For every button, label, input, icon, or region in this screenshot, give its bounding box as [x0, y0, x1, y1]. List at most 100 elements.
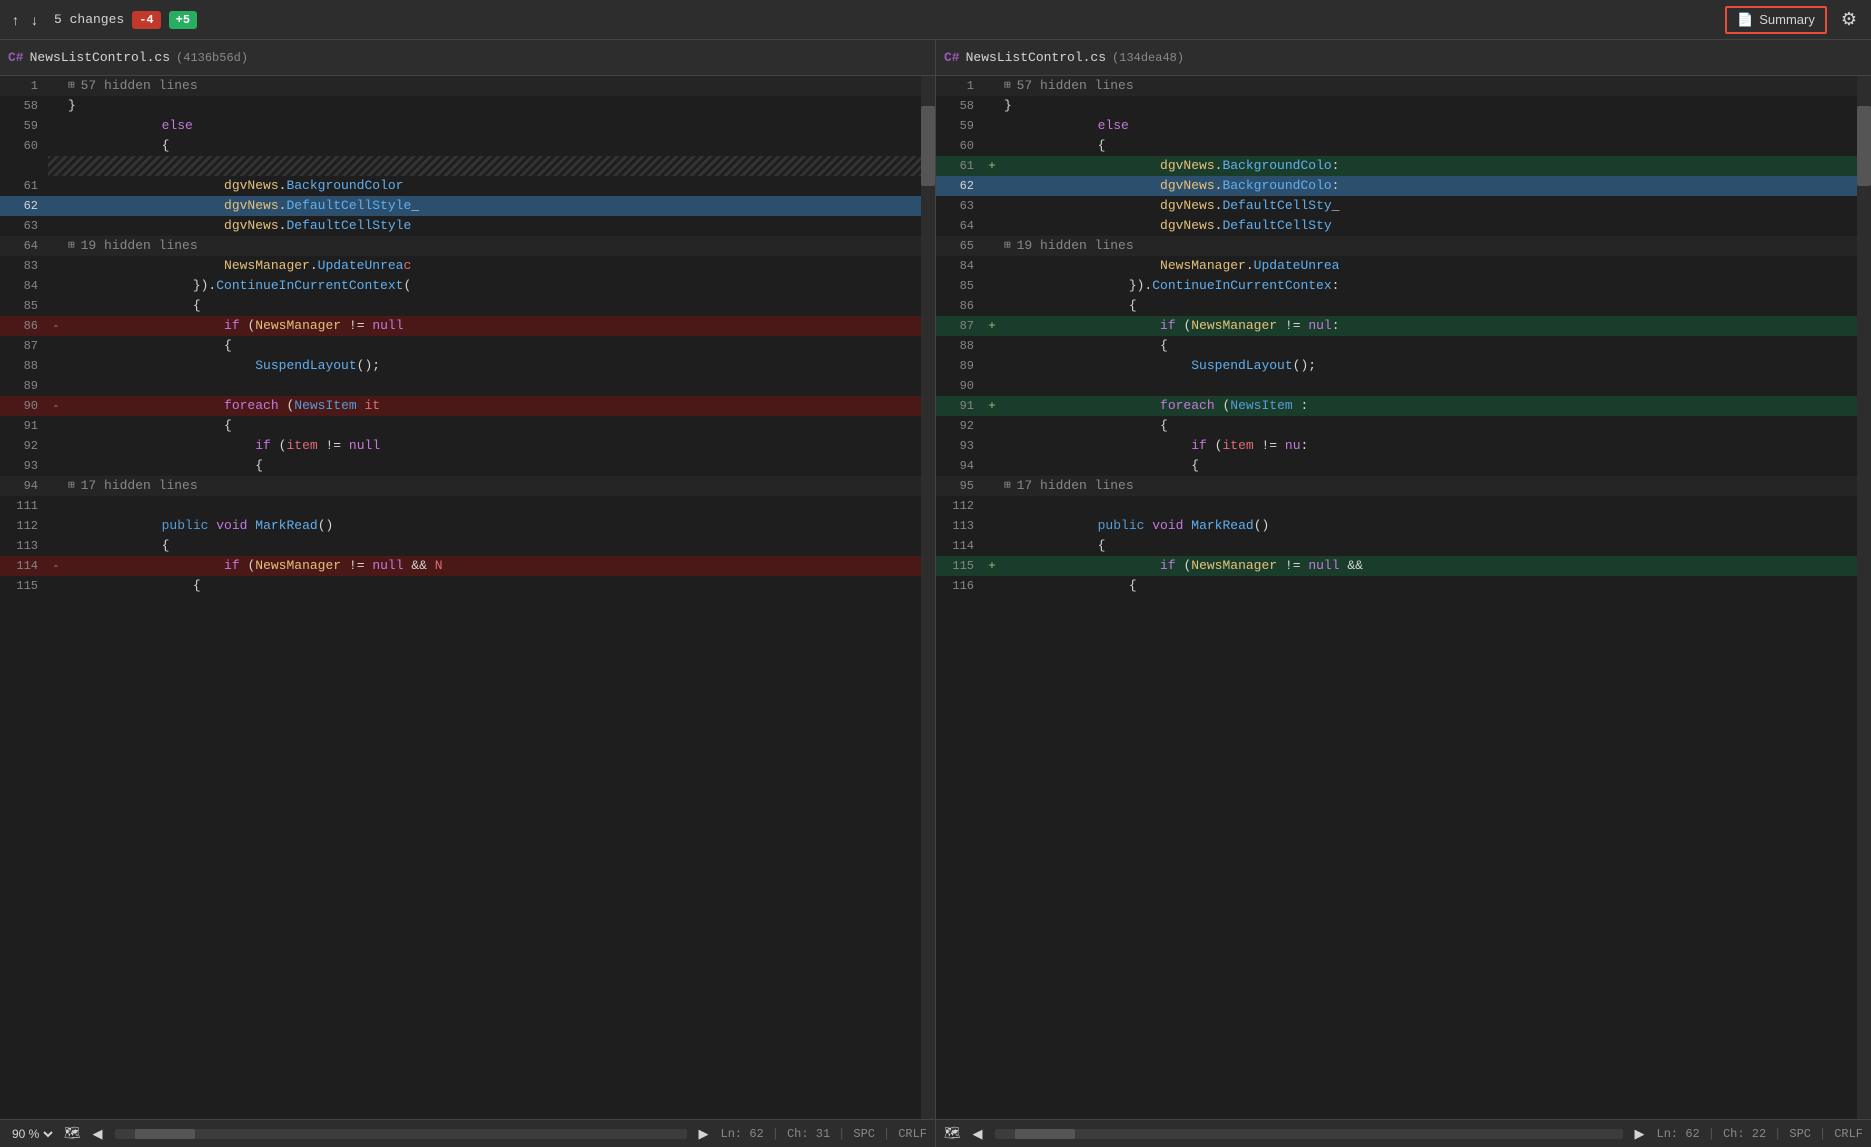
left-code-scroll[interactable]: 1 ⊞ 57 hidden lines 58 } — [0, 76, 935, 1119]
right-lang-icon: C# — [944, 50, 960, 65]
table-row: 89 SuspendLayout(); — [936, 356, 1871, 376]
expand-icon[interactable]: ⊞ — [1004, 76, 1011, 96]
table-row: 65 ⊞ 19 hidden lines — [936, 236, 1871, 256]
table-row: 64 ⊞ 19 hidden lines — [0, 236, 935, 256]
expand-icon[interactable]: ⊞ — [68, 76, 75, 96]
table-row: 1 ⊞ 57 hidden lines — [0, 76, 935, 96]
table-row: 62 dgvNews.DefaultCellStyle_ — [0, 196, 935, 216]
table-row: 1 ⊞ 57 hidden lines — [936, 76, 1871, 96]
left-crlf-label: CRLF — [898, 1127, 927, 1141]
table-row: 63 dgvNews.DefaultCellStyle — [0, 216, 935, 236]
table-row: 85 { — [0, 296, 935, 316]
left-code-area: 1 ⊞ 57 hidden lines 58 } — [0, 76, 935, 1119]
table-row: 61 dgvNews.BackgroundColor — [0, 176, 935, 196]
summary-button[interactable]: 📄 Summary — [1725, 6, 1827, 34]
table-row: 91 + foreach (NewsItem : — [936, 396, 1871, 416]
left-commit-hash: (4136b56d) — [176, 51, 248, 65]
table-row: 115 { — [0, 576, 935, 596]
scroll-left-button[interactable]: ◀ — [89, 1126, 107, 1142]
minimap-icon[interactable]: 🗺 — [64, 1126, 81, 1141]
table-row: 93 { — [0, 456, 935, 476]
right-spc-label: SPC — [1789, 1127, 1811, 1141]
table-row: 112 public void MarkRead() — [0, 516, 935, 536]
left-ln-label: Ln: 62 — [721, 1127, 764, 1141]
table-row: 93 if (item != nu: — [936, 436, 1871, 456]
deletions-badge: -4 — [132, 11, 160, 29]
top-bar: ↑ ↓ 5 changes -4 +5 📄 Summary ⚙ — [0, 0, 1871, 40]
table-row: 58 } — [0, 96, 935, 116]
table-row: 84 NewsManager.UpdateUnrea — [936, 256, 1871, 276]
expand-icon[interactable]: ⊞ — [68, 476, 75, 496]
settings-button[interactable]: ⚙ — [1835, 7, 1863, 32]
table-row: 85 }).ContinueInCurrentContex: — [936, 276, 1871, 296]
changes-label: 5 changes — [54, 12, 124, 27]
table-row: 116 { — [936, 576, 1871, 596]
zoom-select[interactable]: 90 % — [8, 1126, 56, 1142]
left-scrollbar[interactable] — [921, 76, 935, 1119]
table-row: 92 if (item != null — [0, 436, 935, 456]
prev-change-button[interactable]: ↑ — [8, 10, 23, 30]
additions-badge: +5 — [169, 11, 197, 29]
left-h-scrollbar-thumb[interactable] — [135, 1129, 195, 1139]
right-minimap-icon[interactable]: 🗺 — [944, 1126, 961, 1141]
right-panel-header: C# NewsListControl.cs (134dea48) — [936, 40, 1871, 76]
table-row: 92 { — [936, 416, 1871, 436]
left-scrollbar-thumb[interactable] — [921, 106, 935, 186]
summary-label: Summary — [1759, 12, 1815, 27]
right-code-area: 1 ⊞ 57 hidden lines 58 } — [936, 76, 1871, 1119]
left-panel-header: C# NewsListControl.cs (4136b56d) — [0, 40, 935, 76]
table-row: 64 dgvNews.DefaultCellSty — [936, 216, 1871, 236]
table-row: 115 + if (NewsManager != null && — [936, 556, 1871, 576]
table-row: 94 ⊞ 17 hidden lines — [0, 476, 935, 496]
table-row: 90 - foreach (NewsItem it — [0, 396, 935, 416]
right-scroll-right-button[interactable]: ▶ — [1631, 1126, 1649, 1142]
right-ch-label: Ch: 22 — [1723, 1127, 1766, 1141]
left-lang-icon: C# — [8, 50, 24, 65]
left-status-panel: 90 % 🗺 ◀ ▶ Ln: 62 | Ch: 31 | SPC | CRLF — [0, 1120, 936, 1147]
right-h-scrollbar[interactable] — [995, 1129, 1623, 1139]
table-row — [0, 156, 935, 176]
table-row: 111 — [0, 496, 935, 516]
next-change-button[interactable]: ↓ — [27, 10, 42, 30]
nav-arrows: ↑ ↓ — [8, 10, 42, 30]
table-row: 91 { — [0, 416, 935, 436]
right-ln-label: Ln: 62 — [1657, 1127, 1700, 1141]
right-code-scroll[interactable]: 1 ⊞ 57 hidden lines 58 } — [936, 76, 1871, 1119]
table-row: 87 + if (NewsManager != nul: — [936, 316, 1871, 336]
right-code-lines: 1 ⊞ 57 hidden lines 58 } — [936, 76, 1871, 1119]
table-row: 63 dgvNews.DefaultCellSty_ — [936, 196, 1871, 216]
table-row: 60 { — [936, 136, 1871, 156]
table-row: 114 { — [936, 536, 1871, 556]
table-row: 61 + dgvNews.BackgroundColo: — [936, 156, 1871, 176]
left-ch-label: Ch: 31 — [787, 1127, 830, 1141]
right-scrollbar-thumb[interactable] — [1857, 106, 1871, 186]
right-crlf-label: CRLF — [1834, 1127, 1863, 1141]
expand-icon[interactable]: ⊞ — [1004, 236, 1011, 256]
table-row: 59 else — [0, 116, 935, 136]
table-row: 84 }).ContinueInCurrentContext( — [0, 276, 935, 296]
table-row: 88 { — [936, 336, 1871, 356]
left-panel: C# NewsListControl.cs (4136b56d) 1 ⊞ 57 … — [0, 40, 936, 1119]
left-h-scrollbar[interactable] — [115, 1129, 687, 1139]
scroll-right-button[interactable]: ▶ — [695, 1126, 713, 1142]
table-row: 88 SuspendLayout(); — [0, 356, 935, 376]
expand-icon[interactable]: ⊞ — [68, 236, 75, 256]
status-bar: 90 % 🗺 ◀ ▶ Ln: 62 | Ch: 31 | SPC | CRLF … — [0, 1119, 1871, 1147]
table-row: 59 else — [936, 116, 1871, 136]
right-scroll-left-button[interactable]: ◀ — [969, 1126, 987, 1142]
table-row: 60 { — [0, 136, 935, 156]
expand-icon[interactable]: ⊞ — [1004, 476, 1011, 496]
left-file-name: NewsListControl.cs — [30, 50, 170, 65]
right-scrollbar[interactable] — [1857, 76, 1871, 1119]
table-row: 62 dgvNews.BackgroundColo: — [936, 176, 1871, 196]
right-panel: C# NewsListControl.cs (134dea48) 1 ⊞ 57 … — [936, 40, 1871, 1119]
right-h-scrollbar-thumb[interactable] — [1015, 1129, 1075, 1139]
table-row: 86 { — [936, 296, 1871, 316]
table-row: 83 NewsManager.UpdateUnreac — [0, 256, 935, 276]
left-spc-label: SPC — [853, 1127, 875, 1141]
summary-icon: 📄 — [1737, 12, 1753, 28]
table-row: 94 { — [936, 456, 1871, 476]
diff-container: C# NewsListControl.cs (4136b56d) 1 ⊞ 57 … — [0, 40, 1871, 1119]
right-commit-hash: (134dea48) — [1112, 51, 1184, 65]
table-row: 90 — [936, 376, 1871, 396]
